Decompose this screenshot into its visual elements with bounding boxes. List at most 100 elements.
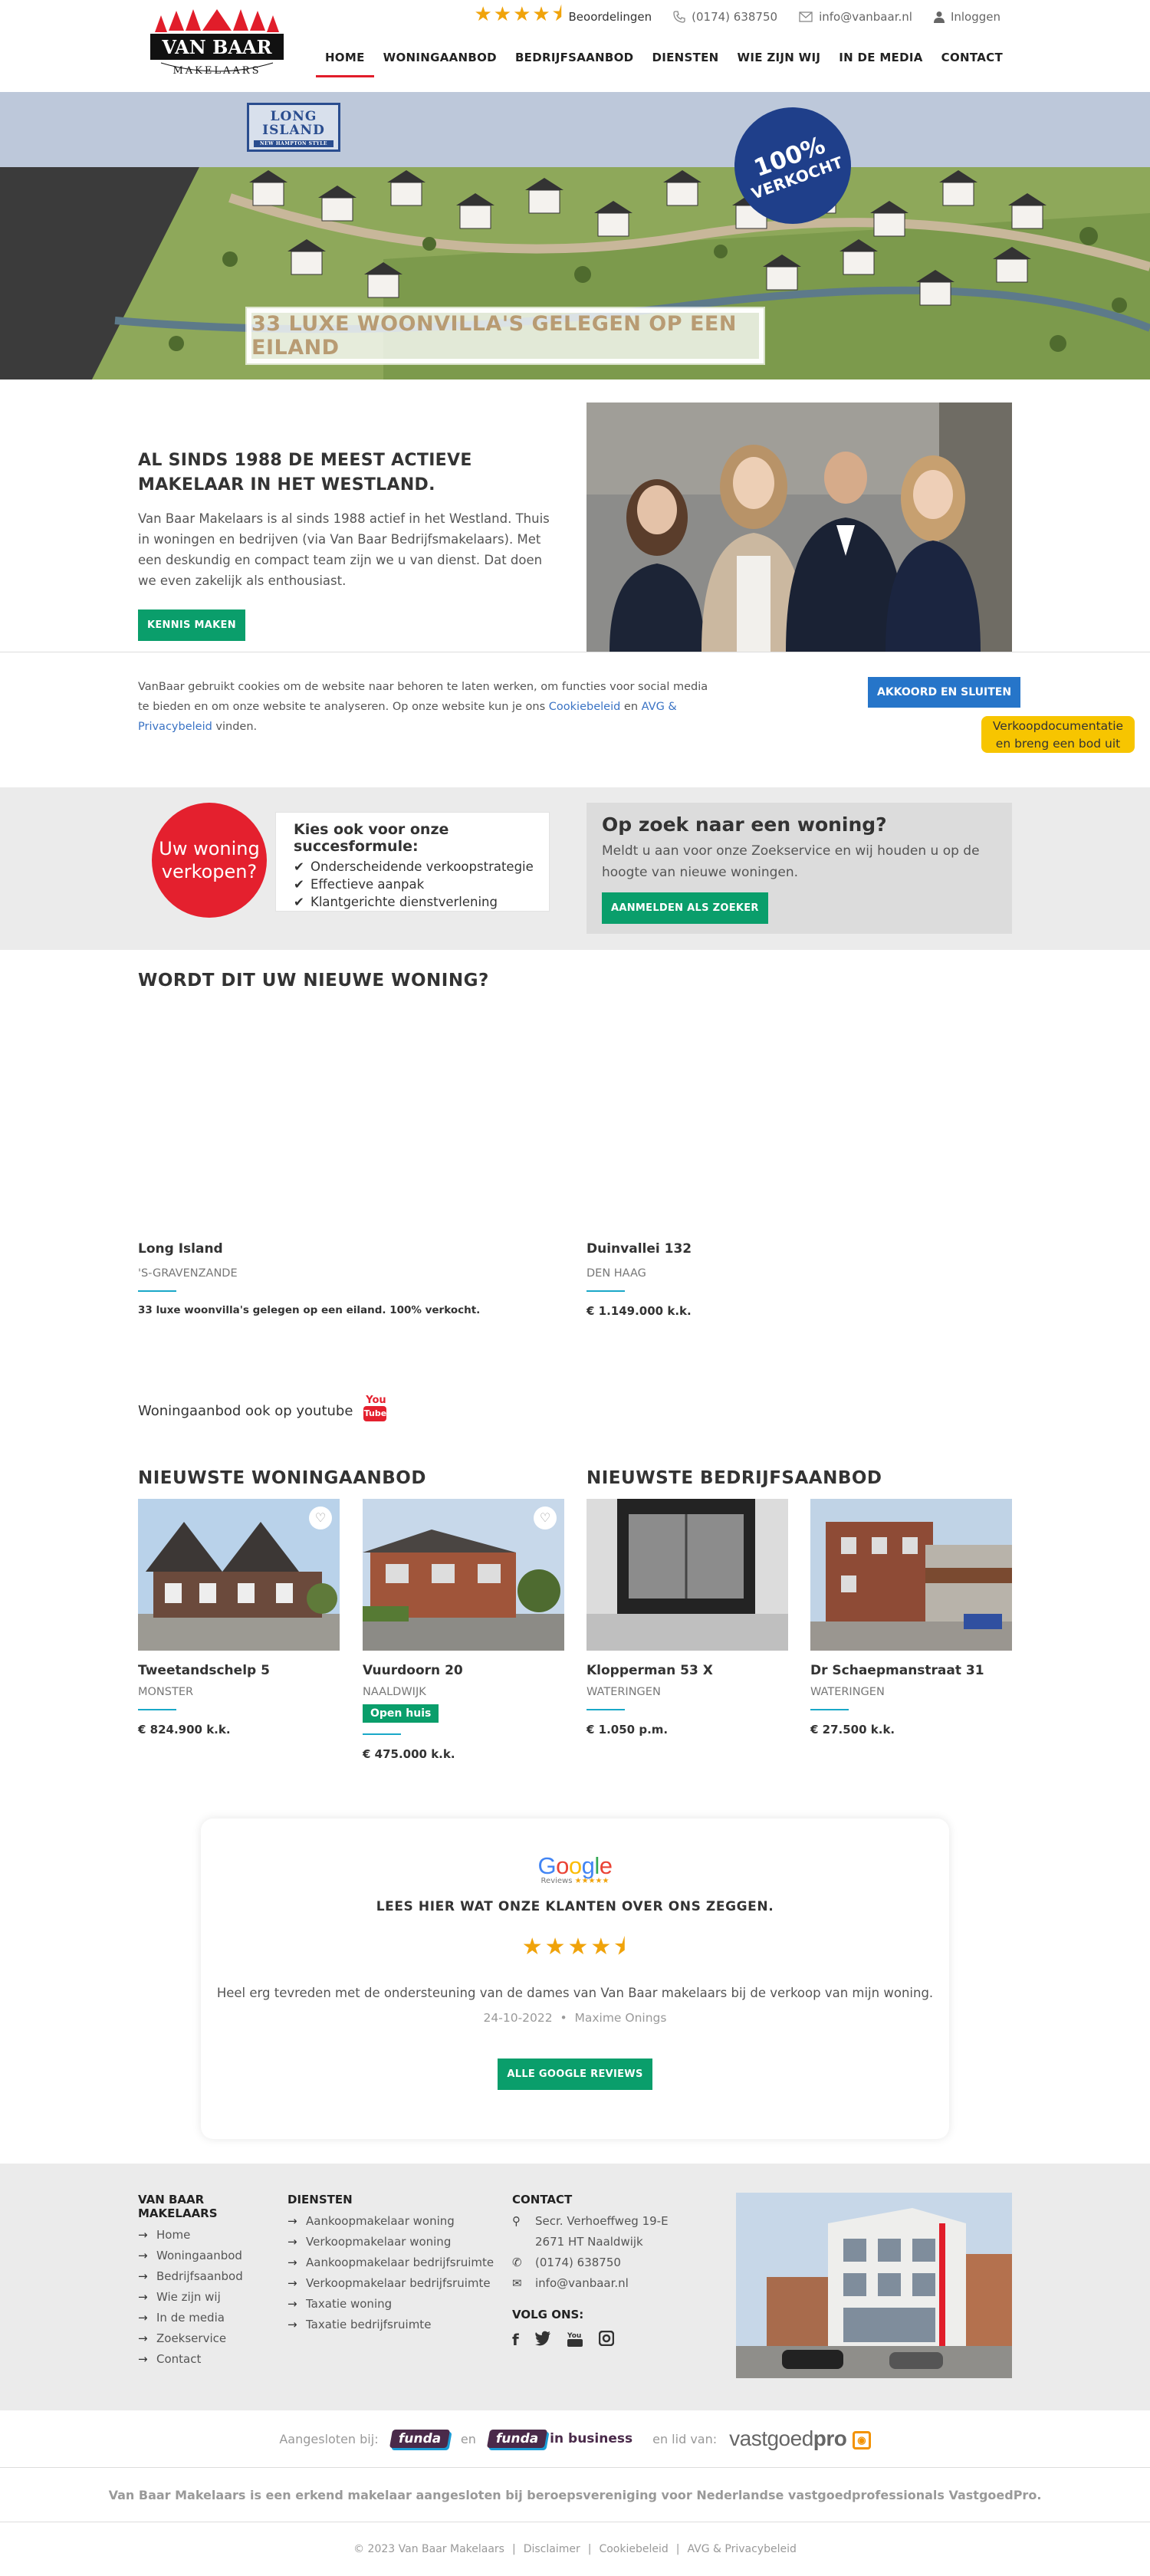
- facebook-icon[interactable]: f: [512, 2331, 519, 2349]
- login-link[interactable]: Inloggen: [933, 10, 1001, 24]
- vastgoedpro-logo[interactable]: vastgoedpro ◉: [729, 2426, 871, 2451]
- succes-item-label: Onderscheidende verkoopstrategie: [310, 859, 534, 874]
- cookiebeleid-link[interactable]: Cookiebeleid: [549, 701, 621, 713]
- favorite-heart-icon[interactable]: ♡: [534, 1506, 557, 1530]
- footer-link-zoekservice[interactable]: → Zoekservice: [138, 2328, 268, 2349]
- footer-link-service[interactable]: → Verkoopmakelaar bedrijfsruimte: [288, 2273, 502, 2294]
- succes-section: Uw woning verkopen? Kies ook voor onze s…: [0, 787, 1150, 950]
- footer-link-in-de-media[interactable]: → In de media: [138, 2308, 268, 2328]
- nav-woningaanbod[interactable]: WONINGAANBOD: [374, 43, 506, 77]
- review-author: Maxime Onings: [574, 2011, 667, 2025]
- email-text: info@vanbaar.nl: [819, 10, 912, 24]
- youtube-link[interactable]: Woningaanbod ook op youtube You Tube: [138, 1395, 388, 1426]
- twitter-icon[interactable]: [534, 2331, 551, 2346]
- card-price: € 1.149.000 k.k.: [586, 1304, 692, 1318]
- featured-card[interactable]: Long Island 'S-GRAVENZANDE 33 luxe woonv…: [138, 1241, 564, 1316]
- youtube-logo-top: You: [366, 1395, 386, 1406]
- arrow-right-icon: →: [288, 2297, 297, 2311]
- succes-item: ✔ Onderscheidende verkoopstrategie: [294, 858, 547, 876]
- listing-photo: ♡: [363, 1499, 564, 1651]
- phone-icon: [673, 11, 685, 23]
- cookie-policy-link[interactable]: Cookiebeleid: [599, 2543, 668, 2555]
- rating-link[interactable]: ★★★★⯨ Beoordelingen: [475, 0, 652, 34]
- footer-link-service[interactable]: → Aankoopmakelaar woning: [288, 2211, 502, 2232]
- footer-link-contact[interactable]: → Contact: [138, 2349, 268, 2370]
- card-divider: [810, 1709, 849, 1710]
- footer-link-wie-zijn-wij[interactable]: → Wie zijn wij: [138, 2287, 268, 2308]
- nav-wie-zijn-wij[interactable]: WIE ZIJN WIJ: [728, 43, 830, 77]
- check-icon: ✔: [294, 877, 304, 892]
- check-icon: ✔: [294, 859, 304, 874]
- nav-bedrijfsaanbod[interactable]: BEDRIJFSAANBOD: [506, 43, 643, 77]
- register-searcher-button[interactable]: AANMELDEN ALS ZOEKER: [602, 892, 768, 924]
- review-stars: ★★★★⯨: [521, 1934, 629, 1960]
- card-price: € 475.000 k.k.: [363, 1747, 455, 1761]
- listing-card[interactable]: Klopperman 53 X WATERINGEN € 1.050 p.m.: [586, 1499, 788, 1737]
- listing-card[interactable]: ♡ Vuurdoorn 20 NAALDWIJK Open huis € 475…: [363, 1499, 564, 1761]
- sell-home-line2: verkopen?: [161, 861, 258, 882]
- van-baar-logo[interactable]: VAN BAAR MAKELAARS: [146, 9, 288, 78]
- footer-link-service[interactable]: → Taxatie bedrijfsruimte: [288, 2315, 502, 2335]
- footer-link-service[interactable]: → Aankoopmakelaar bedrijfsruimte: [288, 2252, 502, 2273]
- nav-diensten[interactable]: DIENSTEN: [642, 43, 728, 77]
- footer-col-title: VAN BAAR MAKELAARS: [138, 2193, 218, 2220]
- copyright-text: © 2023 Van Baar Makelaars: [353, 2543, 504, 2555]
- card-place: WATERINGEN: [810, 1686, 885, 1698]
- footer-email[interactable]: ✉ info@vanbaar.nl: [512, 2273, 719, 2294]
- card-place: DEN HAAG: [586, 1267, 646, 1280]
- accept-cookies-button[interactable]: AKKOORD EN SLUITEN: [868, 677, 1021, 708]
- team-photo: [586, 402, 1012, 652]
- hero-caption[interactable]: 33 LUXE WOONVILLA'S GELEGEN OP EEN EILAN…: [245, 307, 765, 365]
- funda-business-mark: funda: [486, 2430, 548, 2448]
- listing-card[interactable]: Dr Schaepmanstraat 31 WATERINGEN € 27.50…: [810, 1499, 1012, 1737]
- sell-home-circle[interactable]: Uw woning verkopen?: [152, 803, 267, 918]
- succes-item-label: Effectieve aanpak: [310, 877, 425, 892]
- card-name: Tweetandschelp 5: [138, 1663, 270, 1678]
- card-price: € 1.050 p.m.: [586, 1723, 669, 1737]
- phone-link[interactable]: (0174) 638750: [673, 10, 777, 24]
- vastgoedpro-light: vastgoed: [729, 2426, 813, 2450]
- listings-section: NIEUWSTE WONINGAANBOD NIEUWSTE BEDRIJFSA…: [0, 1460, 1150, 1767]
- footer-col-diensten: DIENSTEN → Aankoopmakelaar woning → Verkoo…: [288, 2193, 502, 2335]
- listing-card[interactable]: ♡ Tweetandschelp 5 MONSTER € 824.900 k.k…: [138, 1499, 340, 1737]
- all-google-reviews-button[interactable]: ALLE GOOGLE REVIEWS: [498, 2058, 652, 2090]
- intro-text: AL SINDS 1988 DE MEEST ACTIEVE MAKELAAR …: [138, 449, 560, 641]
- nav-in-de-media[interactable]: IN DE MEDIA: [830, 43, 932, 77]
- email-link[interactable]: info@vanbaar.nl: [799, 10, 912, 24]
- card-name: Duinvallei 132: [586, 1241, 692, 1257]
- footer-link-bedrijfsaanbod[interactable]: → Bedrijfsaanbod: [138, 2266, 268, 2287]
- nav-home[interactable]: HOME: [315, 43, 374, 77]
- favorite-heart-icon[interactable]: ♡: [309, 1506, 332, 1530]
- sales-docs-tab[interactable]: Verkoopdocumentatie en breng een bod uit: [981, 716, 1135, 753]
- footer-phone[interactable]: ✆ (0174) 638750: [512, 2252, 719, 2273]
- check-icon: ✔: [294, 895, 304, 909]
- footer-link-home[interactable]: → Home: [138, 2225, 268, 2246]
- kennis-maken-button[interactable]: KENNIS MAKEN: [138, 610, 245, 641]
- nav-contact[interactable]: CONTACT: [932, 43, 1012, 77]
- google-logo: Google: [537, 1852, 613, 1879]
- hero-banner[interactable]: LONG ISLAND NEW HAMPTON STYLE 100% VERKO…: [0, 92, 1150, 380]
- featured-card[interactable]: Duinvallei 132 DEN HAAG € 1.149.000 k.k.: [586, 1241, 1012, 1318]
- site-header: VAN BAAR MAKELAARS ★★★★⯨ Beoordelingen (…: [0, 0, 1150, 92]
- funda-logo[interactable]: funda: [389, 2430, 450, 2448]
- main-nav: HOME WONINGAANBOD BEDRIJFSAANBOD DIENSTE…: [315, 43, 1012, 77]
- listing-photo: ♡: [138, 1499, 340, 1651]
- youtube-label: Woningaanbod ook op youtube: [138, 1402, 353, 1419]
- disclaimer-link[interactable]: Disclaimer: [524, 2543, 580, 2555]
- succes-item: ✔ Effectieve aanpak: [294, 876, 547, 893]
- footer-link-woningaanbod[interactable]: → Woningaanbod: [138, 2246, 268, 2266]
- arrow-right-icon: →: [138, 2352, 148, 2366]
- affiliated-label: Aangesloten bij:: [279, 2431, 379, 2446]
- follow-us-title: VOLG ONS:: [512, 2308, 584, 2321]
- footer-link-service[interactable]: → Taxatie woning: [288, 2294, 502, 2315]
- disclaimer-text: Van Baar Makelaars is een erkend makelaa…: [0, 2469, 1150, 2522]
- funda-business-logo[interactable]: funda in business: [486, 2430, 632, 2448]
- card-divider: [363, 1733, 401, 1735]
- privacy-policy-link[interactable]: AVG & Privacybeleid: [687, 2543, 796, 2555]
- partners-bar: Aangesloten bij: funda en funda in busin…: [0, 2410, 1150, 2468]
- footer-link-service[interactable]: → Verkoopmakelaar woning: [288, 2232, 502, 2252]
- youtube-icon[interactable]: You: [567, 2331, 583, 2348]
- instagram-icon[interactable]: [598, 2331, 614, 2346]
- envelope-icon: ✉: [512, 2276, 522, 2290]
- long-island-logo-line2: ISLAND: [262, 123, 325, 138]
